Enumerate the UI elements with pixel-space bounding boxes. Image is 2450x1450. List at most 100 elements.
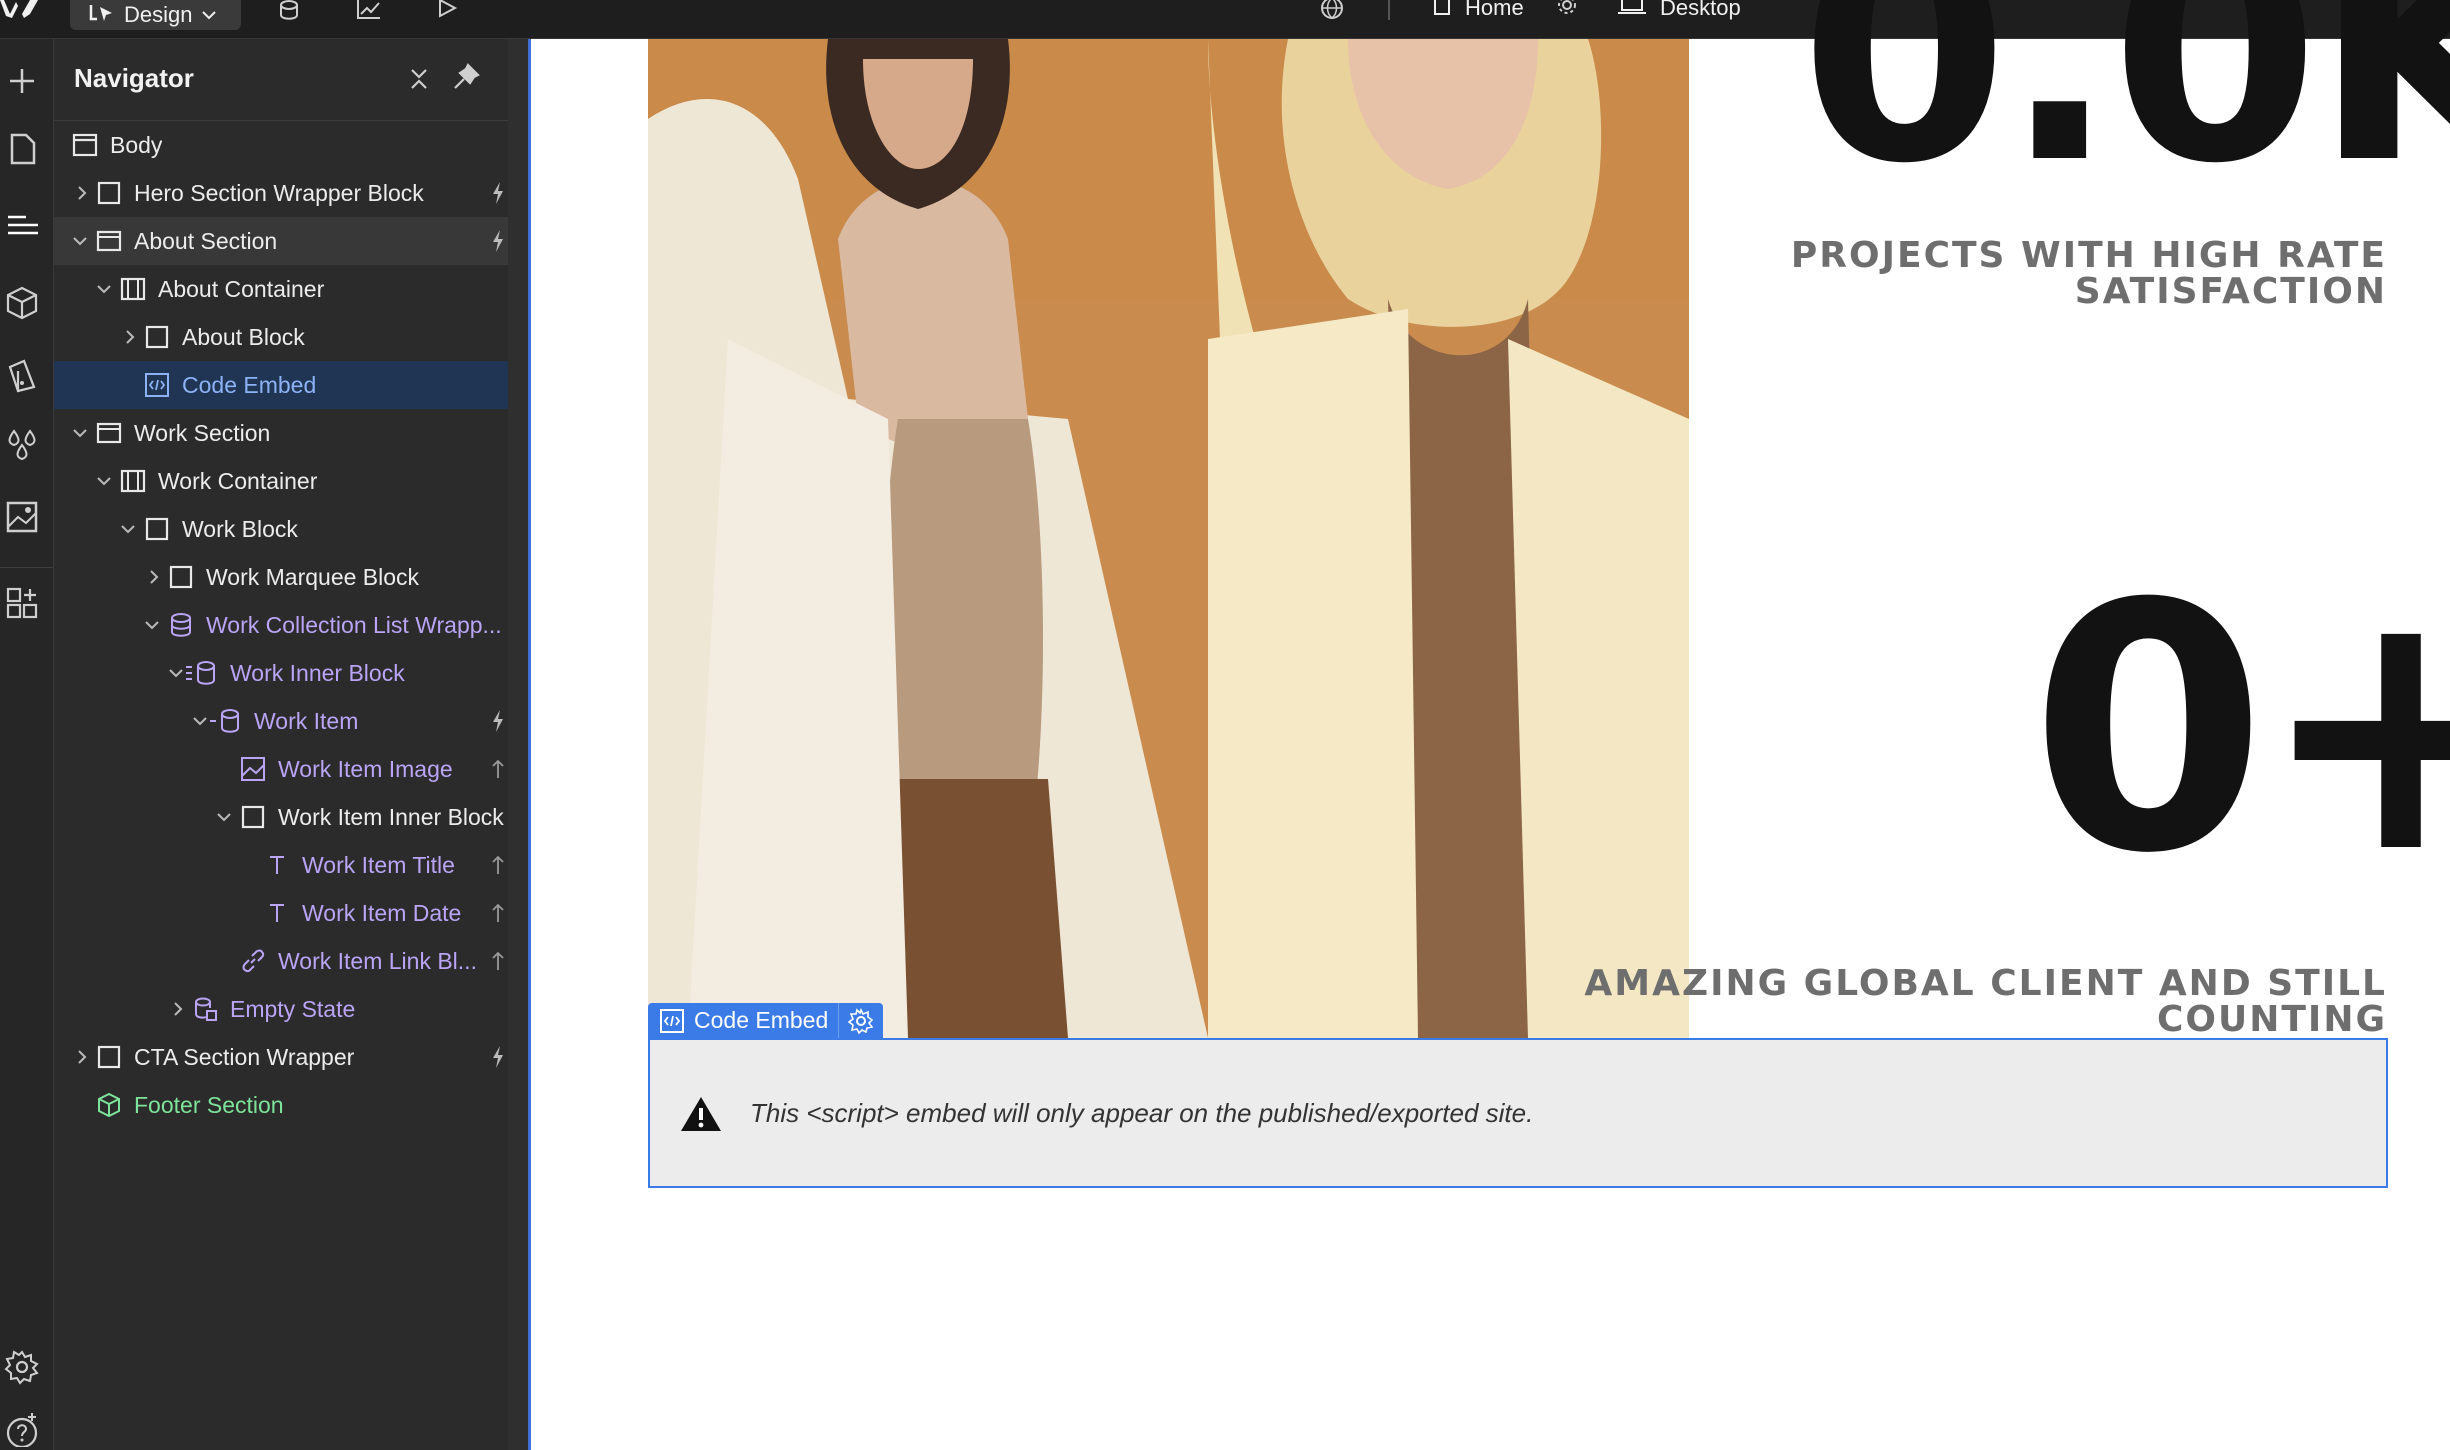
tree-item-body[interactable]: Body	[54, 121, 508, 169]
page-selector-label: Home	[1465, 0, 1524, 20]
gear-icon	[848, 1007, 874, 1034]
tree-item-about-container[interactable]: About Container	[54, 265, 508, 313]
tree-item-work-item[interactable]: Work Item	[54, 697, 508, 745]
style-selectors-icon[interactable]	[4, 357, 40, 393]
tree-item-label: Code Embed	[182, 371, 317, 398]
interaction-bolt-icon	[493, 230, 503, 252]
chevron-down-icon[interactable]	[120, 521, 136, 537]
navigator-panel: Navigator Body Hero Section Wrapper Bloc…	[54, 39, 508, 1450]
cursor-icon	[89, 5, 112, 21]
tree-item-cta-section-wrapper[interactable]: CTA Section Wrapper	[54, 1033, 508, 1081]
tree-item-label: Work Container	[158, 467, 318, 494]
chevron-down-icon[interactable]	[72, 425, 88, 441]
stat-projects-number: 0.0K	[1800, 0, 2450, 229]
chevron-right-icon[interactable]	[74, 1049, 90, 1065]
chevron-down-icon[interactable]	[168, 665, 184, 681]
stat-projects-caption-line1: PROJECTS WITH HIGH RATE	[1790, 235, 2387, 276]
components-icon[interactable]	[4, 285, 40, 321]
chevron-down-icon[interactable]	[144, 617, 160, 633]
tree-item-work-container[interactable]: Work Container	[54, 457, 508, 505]
chevron-down-icon	[202, 11, 217, 20]
tree-item-about-section[interactable]: About Section	[54, 217, 508, 265]
binding-arrow-icon	[492, 903, 504, 922]
tree-item-work-inner-block[interactable]: Work Inner Block	[54, 649, 508, 697]
chevron-down-icon[interactable]	[216, 809, 232, 825]
text-icon	[270, 856, 284, 874]
chevron-right-icon[interactable]	[74, 185, 90, 201]
assets-image-icon[interactable]	[4, 499, 40, 535]
tree-item-label: Work Section	[134, 419, 271, 446]
tree-item-label: Work Block	[182, 515, 298, 542]
image-icon	[241, 757, 265, 781]
tree-item-work-item-title[interactable]: Work Item Title	[54, 841, 508, 889]
navigator-icon[interactable]	[4, 207, 40, 243]
collection-list-icon	[186, 661, 215, 685]
tree-item-about-block[interactable]: About Block	[54, 313, 508, 361]
tree-item-empty-state[interactable]: Empty State	[54, 985, 508, 1033]
apps-icon[interactable]	[4, 585, 40, 621]
about-image[interactable]	[648, 39, 1689, 1038]
code-embed-placeholder[interactable]: This <script> embed will only appear on …	[648, 1038, 2388, 1188]
div-block-icon	[145, 325, 169, 349]
tree-item-work-block[interactable]: Work Block	[54, 505, 508, 553]
breakpoint-label: Desktop	[1660, 0, 1741, 20]
globe-icon[interactable]	[1320, 0, 1344, 22]
tree-item-label: About Block	[182, 323, 305, 350]
tree-item-label: Work Item Image	[278, 755, 453, 782]
binding-arrow-icon	[492, 855, 504, 874]
tree-item-work-collection-list-wrapper[interactable]: Work Collection List Wrapp...	[54, 601, 508, 649]
tree-item-work-item-image[interactable]: Work Item Image	[54, 745, 508, 793]
selected-element-tag[interactable]: Code Embed	[648, 1003, 884, 1038]
collapse-all-icon[interactable]	[406, 66, 432, 92]
tree-item-label: Work Inner Block	[230, 659, 405, 686]
tree-item-work-marquee-block[interactable]: Work Marquee Block	[54, 553, 508, 601]
tree-item-work-item-inner-block[interactable]: Work Item Inner Block	[54, 793, 508, 841]
chevron-down-icon[interactable]	[96, 473, 112, 489]
chevron-right-icon[interactable]	[170, 1001, 186, 1017]
body-icon	[72, 133, 98, 157]
page-selector[interactable]: Home	[1433, 0, 1524, 20]
tree-item-label: Work Marquee Block	[206, 563, 420, 590]
navigator-title: Navigator	[74, 63, 194, 93]
tree-item-hero-section-wrapper-block[interactable]: Hero Section Wrapper Block	[54, 169, 508, 217]
design-mode-button[interactable]: Design	[70, 0, 241, 30]
element-settings-button[interactable]	[838, 1003, 883, 1038]
cms-database-icon[interactable]	[278, 0, 300, 22]
page-icon	[1434, 0, 1450, 15]
breakpoint-selector[interactable]: Desktop	[1616, 0, 1741, 20]
collection-item-icon	[210, 709, 239, 733]
tree-item-label: Work Item Date	[302, 899, 462, 926]
navigator-header: Navigator	[54, 39, 508, 121]
pin-icon[interactable]	[452, 63, 480, 91]
add-elements-icon[interactable]	[4, 63, 40, 99]
chevron-down-icon[interactable]	[192, 713, 208, 729]
tree-item-label: Work Item Inner Block	[278, 803, 504, 830]
canvas-edge-highlight	[528, 39, 531, 1450]
variables-drops-icon[interactable]	[4, 427, 40, 463]
stat-clients-caption-line1: AMAZING GLOBAL CLIENT AND STILL	[1584, 963, 2387, 1004]
help-icon[interactable]	[4, 1411, 40, 1447]
tree-item-code-embed[interactable]: Code Embed	[54, 361, 508, 409]
webflow-logo-icon[interactable]	[0, 0, 42, 18]
rail-divider	[0, 567, 54, 568]
stat-clients-caption-line2: COUNTING	[2156, 999, 2387, 1040]
tree-item-label: Work Item Link Bl...	[278, 947, 477, 974]
tree-item-work-item-link-block[interactable]: Work Item Link Bl...	[54, 937, 508, 985]
pages-icon[interactable]	[4, 131, 40, 167]
chevron-right-icon[interactable]	[146, 569, 162, 585]
tree-item-footer-section[interactable]: Footer Section	[54, 1081, 508, 1129]
settings-gear-icon[interactable]	[4, 1349, 40, 1385]
tree-item-label: Body	[110, 131, 163, 158]
tree-item-work-section[interactable]: Work Section	[54, 409, 508, 457]
analytics-icon[interactable]	[356, 0, 382, 22]
chevron-right-icon[interactable]	[122, 329, 138, 345]
chevron-down-icon[interactable]	[72, 233, 88, 249]
section-icon	[96, 422, 122, 444]
chevron-down-icon[interactable]	[96, 281, 112, 297]
page-settings-gear-icon[interactable]	[1556, 0, 1578, 18]
preview-play-icon[interactable]	[437, 0, 459, 22]
element-name-chip[interactable]: Code Embed	[648, 1003, 838, 1038]
tree-item-label: Work Item	[254, 707, 359, 734]
tree-item-work-item-date[interactable]: Work Item Date	[54, 889, 508, 937]
link-icon	[242, 949, 265, 973]
